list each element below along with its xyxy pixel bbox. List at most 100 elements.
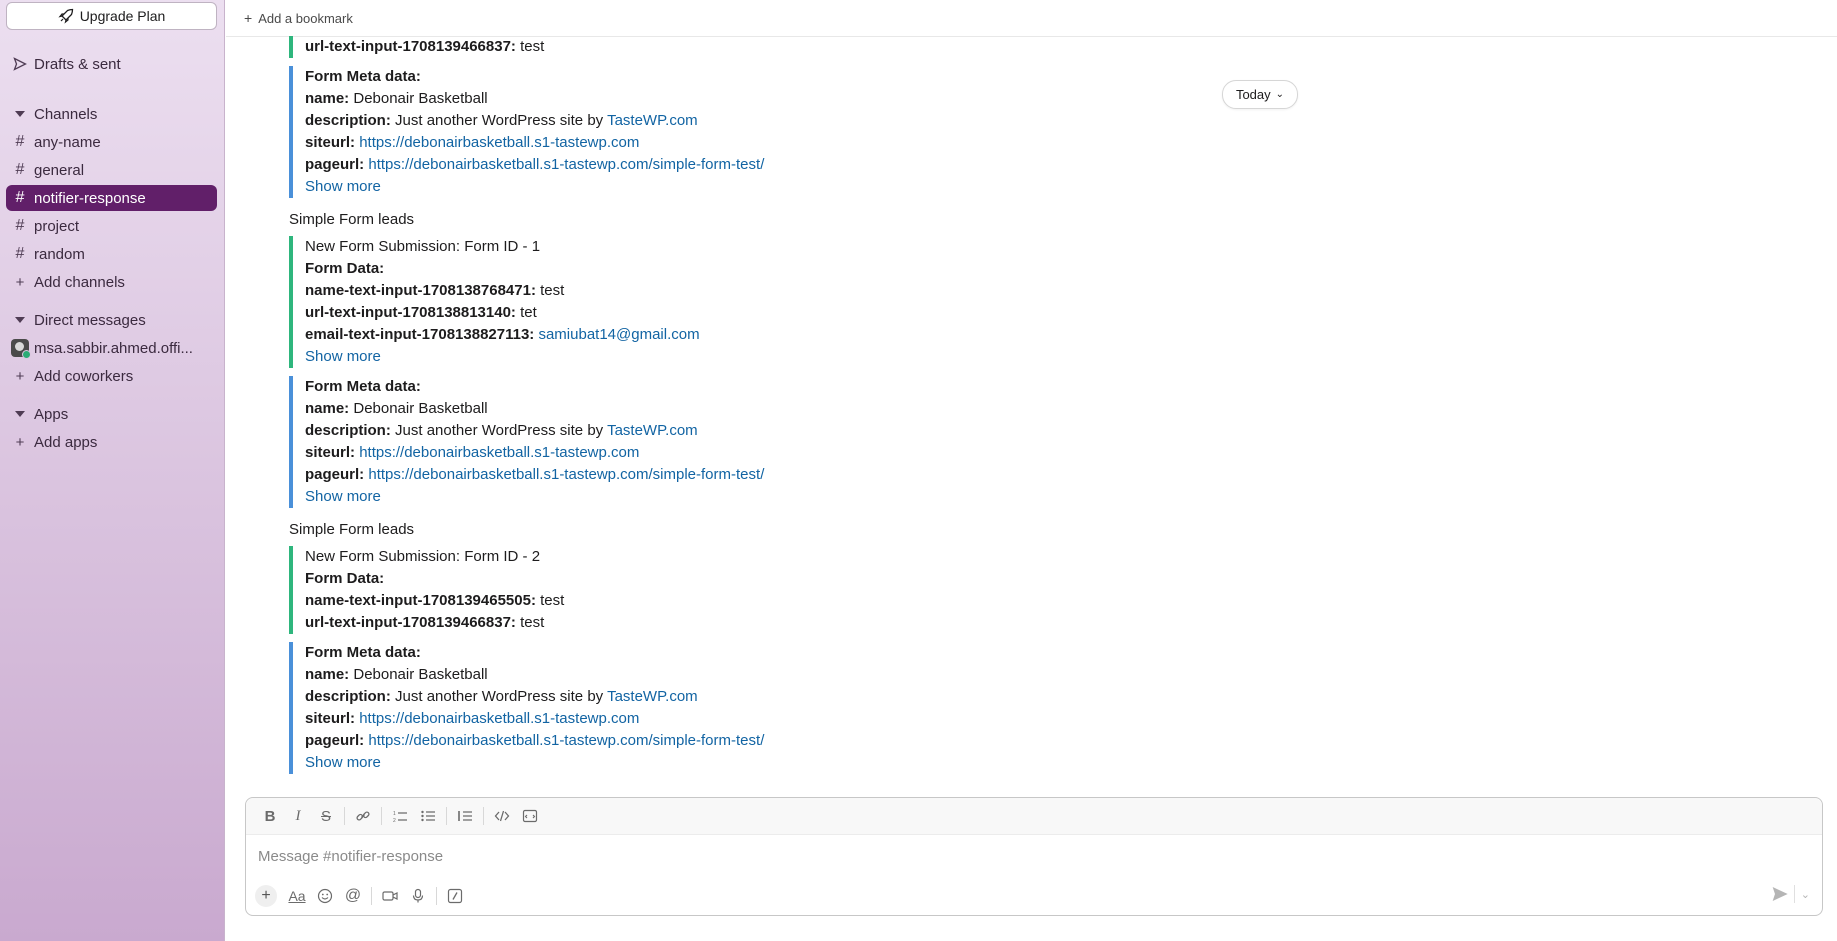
message-input[interactable] <box>258 847 1758 865</box>
plus-icon: + <box>15 433 25 451</box>
message-input-wrap <box>246 835 1822 877</box>
apps-section-toggle[interactable]: Apps <box>6 401 217 427</box>
section-label: Direct messages <box>34 311 146 329</box>
channel-label: notifier-response <box>34 189 146 207</box>
email-link[interactable]: samiubat14@gmail.com <box>538 326 699 343</box>
field-row: url-text-input-1708139466837: test <box>305 36 544 58</box>
caret-down-icon <box>6 111 34 117</box>
code-block-icon[interactable] <box>516 803 544 829</box>
shortcuts-icon[interactable] <box>441 883 469 909</box>
sidebar-item-random[interactable]: # random <box>6 241 217 267</box>
caret-down-icon <box>6 317 34 323</box>
pageurl-link[interactable]: https://debonairbasketball.s1-tastewp.co… <box>368 732 764 749</box>
siteurl-link[interactable]: https://debonairbasketball.s1-tastewp.co… <box>359 444 639 461</box>
attachment-form-data-partial: url-text-input-1708139466837: test <box>289 36 544 58</box>
video-icon[interactable] <box>376 883 404 909</box>
message-text: Simple Form leads <box>289 521 415 538</box>
svg-text:2: 2 <box>393 818 396 824</box>
upgrade-plan-button[interactable]: Upgrade Plan <box>6 2 217 30</box>
show-more-link[interactable]: Show more <box>305 754 381 771</box>
field-row: url-text-input-1708138813140: tet <box>305 304 537 321</box>
link-icon[interactable] <box>349 803 377 829</box>
attachment-form-meta-3: Form Meta data: name: Debonair Basketbal… <box>289 642 764 774</box>
add-channels-button[interactable]: + Add channels <box>6 269 217 295</box>
send-outline-icon <box>6 57 34 71</box>
pageurl-link[interactable]: https://debonairbasketball.s1-tastewp.co… <box>368 156 764 173</box>
ordered-list-icon[interactable]: 12 <box>386 803 414 829</box>
add-apps-label: Add apps <box>34 433 98 451</box>
message-text: Simple Form leads <box>289 211 415 228</box>
tastewp-link[interactable]: TasteWP.com <box>607 422 698 439</box>
message-composer: B I S 12 + Aa @ <box>245 797 1823 916</box>
tastewp-link[interactable]: TasteWP.com <box>607 688 698 705</box>
sidebar: Upgrade Plan Drafts & sent Channels # an… <box>0 0 225 941</box>
bulleted-list-icon[interactable] <box>414 803 442 829</box>
add-apps-button[interactable]: + Add apps <box>6 429 217 455</box>
sidebar-item-project[interactable]: # project <box>6 213 217 239</box>
sidebar-item-label: Drafts & sent <box>34 55 121 73</box>
pageurl-link[interactable]: https://debonairbasketball.s1-tastewp.co… <box>368 466 764 483</box>
meta-header: Form Meta data: <box>305 644 421 661</box>
show-more-link[interactable]: Show more <box>305 178 381 195</box>
meta-name-row: name: Debonair Basketball <box>305 400 488 417</box>
section-label: Channels <box>34 105 98 123</box>
add-coworkers-label: Add coworkers <box>34 367 134 385</box>
add-bookmark-link[interactable]: Add a bookmark <box>258 11 353 26</box>
meta-siteurl-row: siteurl: https://debonairbasketball.s1-t… <box>305 710 640 727</box>
field-row: name-text-input-1708138768471: test <box>305 282 565 299</box>
plus-icon[interactable]: + <box>255 885 277 907</box>
meta-header: Form Meta data: <box>305 378 421 395</box>
formatting-icon[interactable]: Aa <box>283 883 311 909</box>
meta-header: Form Meta data: <box>305 68 421 85</box>
mention-icon[interactable]: @ <box>339 883 367 909</box>
sidebar-item-notifier-response[interactable]: # notifier-response <box>6 185 217 211</box>
composer-actions: + Aa @ ⌄ <box>246 877 1822 915</box>
meta-name-row: name: Debonair Basketball <box>305 666 488 683</box>
blockquote-icon[interactable] <box>451 803 479 829</box>
meta-description-row: description: Just another WordPress site… <box>305 112 698 129</box>
send-controls: ⌄ <box>1772 885 1810 903</box>
avatar <box>6 339 34 359</box>
meta-description-row: description: Just another WordPress site… <box>305 688 698 705</box>
date-label: Today <box>1235 87 1271 102</box>
send-icon[interactable] <box>1772 886 1788 902</box>
date-divider-button[interactable]: Today ⌄ <box>1222 80 1298 109</box>
field-row: url-text-input-1708139466837: test <box>305 614 545 631</box>
italic-icon[interactable]: I <box>284 803 312 829</box>
sidebar-item-general[interactable]: # general <box>6 157 217 183</box>
meta-pageurl-row: pageurl: https://debonairbasketball.s1-t… <box>305 466 765 483</box>
channel-label: project <box>34 217 80 235</box>
form-data-header: Form Data: <box>305 570 385 587</box>
caret-down-icon <box>6 411 34 417</box>
show-more-link[interactable]: Show more <box>305 488 381 505</box>
sidebar-item-any-name[interactable]: # any-name <box>6 129 217 155</box>
emoji-icon[interactable] <box>311 883 339 909</box>
strikethrough-icon[interactable]: S <box>312 803 340 829</box>
siteurl-link[interactable]: https://debonairbasketball.s1-tastewp.co… <box>359 710 639 727</box>
siteurl-link[interactable]: https://debonairbasketball.s1-tastewp.co… <box>359 134 639 151</box>
meta-pageurl-row: pageurl: https://debonairbasketball.s1-t… <box>305 156 765 173</box>
hash-icon: # <box>15 133 25 150</box>
sidebar-item-dm-user[interactable]: msa.sabbir.ahmed.offi... <box>6 335 217 361</box>
meta-name-row: name: Debonair Basketball <box>305 90 488 107</box>
plus-icon: + <box>244 10 253 26</box>
hash-icon: # <box>15 189 25 206</box>
field-row: email-text-input-1708138827113: samiubat… <box>305 326 700 343</box>
bookmarks-bar: + Add a bookmark <box>226 0 1837 37</box>
show-more-link[interactable]: Show more <box>305 348 381 365</box>
hash-icon: # <box>15 161 25 178</box>
hash-icon: # <box>15 217 25 234</box>
channels-section-toggle[interactable]: Channels <box>6 101 217 127</box>
schedule-chevron-icon[interactable]: ⌄ <box>1801 888 1810 901</box>
svg-text:1: 1 <box>393 811 396 817</box>
add-coworkers-button[interactable]: + Add coworkers <box>6 363 217 389</box>
dm-section-toggle[interactable]: Direct messages <box>6 307 217 333</box>
sidebar-item-drafts-sent[interactable]: Drafts & sent <box>6 51 217 77</box>
code-icon[interactable] <box>488 803 516 829</box>
tastewp-link[interactable]: TasteWP.com <box>607 112 698 129</box>
dm-user-label: msa.sabbir.ahmed.offi... <box>34 339 193 357</box>
meta-siteurl-row: siteurl: https://debonairbasketball.s1-t… <box>305 444 640 461</box>
chevron-down-icon: ⌄ <box>1275 89 1285 100</box>
bold-icon[interactable]: B <box>256 803 284 829</box>
microphone-icon[interactable] <box>404 883 432 909</box>
